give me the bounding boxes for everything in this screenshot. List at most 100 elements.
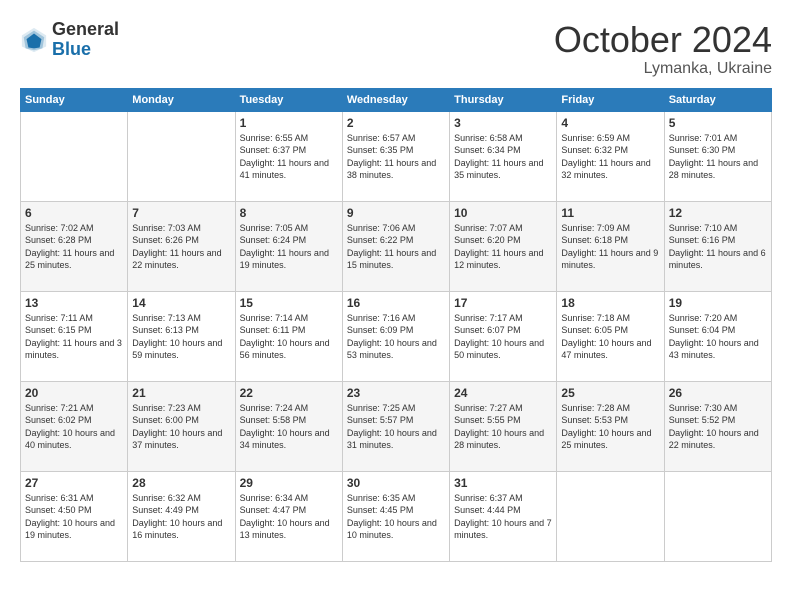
calendar-cell: 30 Sunrise: 6:35 AM Sunset: 4:45 PM Dayli… [342,471,449,561]
day-number: 4 [561,116,659,130]
day-info: Sunrise: 7:09 AM Sunset: 6:18 PM Dayligh… [561,222,659,272]
day-info: Sunrise: 7:10 AM Sunset: 6:16 PM Dayligh… [669,222,767,272]
day-info: Sunrise: 7:02 AM Sunset: 6:28 PM Dayligh… [25,222,123,272]
day-number: 1 [240,116,338,130]
calendar-cell: 8 Sunrise: 7:05 AM Sunset: 6:24 PM Daylig… [235,201,342,291]
day-info: Sunrise: 7:07 AM Sunset: 6:20 PM Dayligh… [454,222,552,272]
day-number: 3 [454,116,552,130]
logo: General Blue [20,20,119,60]
day-info: Sunrise: 7:23 AM Sunset: 6:00 PM Dayligh… [132,402,230,452]
day-info: Sunrise: 7:03 AM Sunset: 6:26 PM Dayligh… [132,222,230,272]
calendar-cell: 19 Sunrise: 7:20 AM Sunset: 6:04 PM Dayli… [664,291,771,381]
calendar-cell: 16Sunrise: 7:16 AM Sunset: 6:09 PM Dayli… [342,291,449,381]
day-info: Sunrise: 6:55 AM Sunset: 6:37 PM Dayligh… [240,132,338,182]
day-info: Sunrise: 6:35 AM Sunset: 4:45 PM Dayligh… [347,492,445,542]
day-info: Sunrise: 7:17 AM Sunset: 6:07 PM Dayligh… [454,312,552,362]
calendar-cell: 20 Sunrise: 7:21 AM Sunset: 6:02 PM Dayli… [21,381,128,471]
day-info: Sunrise: 6:37 AM Sunset: 4:44 PM Dayligh… [454,492,552,542]
column-header-thursday: Thursday [450,88,557,111]
calendar-cell: 5 Sunrise: 7:01 AM Sunset: 6:30 PM Daylig… [664,111,771,201]
calendar-cell: 14Sunrise: 7:13 AM Sunset: 6:13 PM Dayli… [128,291,235,381]
calendar-cell: 15Sunrise: 7:14 AM Sunset: 6:11 PM Dayli… [235,291,342,381]
calendar-cell: 11 Sunrise: 7:09 AM Sunset: 6:18 PM Dayli… [557,201,664,291]
week-row-1: 1 Sunrise: 6:55 AM Sunset: 6:37 PM Daylig… [21,111,772,201]
day-number: 21 [132,386,230,400]
day-info: Sunrise: 6:34 AM Sunset: 4:47 PM Dayligh… [240,492,338,542]
day-number: 7 [132,206,230,220]
day-number: 24 [454,386,552,400]
day-number: 9 [347,206,445,220]
day-info: Sunrise: 7:11 AM Sunset: 6:15 PM Dayligh… [25,312,123,362]
day-number: 22 [240,386,338,400]
day-info: Sunrise: 7:21 AM Sunset: 6:02 PM Dayligh… [25,402,123,452]
calendar-cell [557,471,664,561]
calendar-cell: 24 Sunrise: 7:27 AM Sunset: 5:55 PM Dayli… [450,381,557,471]
calendar-cell: 2Sunrise: 6:57 AM Sunset: 6:35 PM Daylig… [342,111,449,201]
day-number: 19 [669,296,767,310]
week-row-4: 20 Sunrise: 7:21 AM Sunset: 6:02 PM Dayli… [21,381,772,471]
day-number: 8 [240,206,338,220]
day-number: 26 [669,386,767,400]
title-block: October 2024 Lymanka, Ukraine [554,20,772,78]
day-number: 31 [454,476,552,490]
day-info: Sunrise: 7:01 AM Sunset: 6:30 PM Dayligh… [669,132,767,182]
day-info: Sunrise: 6:59 AM Sunset: 6:32 PM Dayligh… [561,132,659,182]
calendar-cell: 3 Sunrise: 6:58 AM Sunset: 6:34 PM Daylig… [450,111,557,201]
day-info: Sunrise: 7:27 AM Sunset: 5:55 PM Dayligh… [454,402,552,452]
day-number: 30 [347,476,445,490]
logo-general-text: General [52,20,119,40]
calendar-table: SundayMondayTuesdayWednesdayThursdayFrid… [20,88,772,562]
day-info: Sunrise: 7:05 AM Sunset: 6:24 PM Dayligh… [240,222,338,272]
day-info: Sunrise: 6:58 AM Sunset: 6:34 PM Dayligh… [454,132,552,182]
week-row-2: 6 Sunrise: 7:02 AM Sunset: 6:28 PM Daylig… [21,201,772,291]
day-number: 10 [454,206,552,220]
calendar-cell: 22 Sunrise: 7:24 AM Sunset: 5:58 PM Dayli… [235,381,342,471]
calendar-cell: 1 Sunrise: 6:55 AM Sunset: 6:37 PM Daylig… [235,111,342,201]
column-header-friday: Friday [557,88,664,111]
day-info: Sunrise: 6:57 AM Sunset: 6:35 PM Dayligh… [347,132,445,182]
column-header-tuesday: Tuesday [235,88,342,111]
calendar-cell: 26Sunrise: 7:30 AM Sunset: 5:52 PM Dayli… [664,381,771,471]
calendar-cell [664,471,771,561]
logo-blue-text: Blue [52,40,119,60]
day-number: 11 [561,206,659,220]
month-title: October 2024 [554,20,772,60]
week-row-3: 13 Sunrise: 7:11 AM Sunset: 6:15 PM Dayli… [21,291,772,381]
day-info: Sunrise: 7:25 AM Sunset: 5:57 PM Dayligh… [347,402,445,452]
calendar-cell: 12 Sunrise: 7:10 AM Sunset: 6:16 PM Dayli… [664,201,771,291]
calendar-cell: 17 Sunrise: 7:17 AM Sunset: 6:07 PM Dayli… [450,291,557,381]
calendar-cell: 29 Sunrise: 6:34 AM Sunset: 4:47 PM Dayli… [235,471,342,561]
day-info: Sunrise: 7:24 AM Sunset: 5:58 PM Dayligh… [240,402,338,452]
day-number: 17 [454,296,552,310]
day-info: Sunrise: 7:20 AM Sunset: 6:04 PM Dayligh… [669,312,767,362]
calendar-cell: 10 Sunrise: 7:07 AM Sunset: 6:20 PM Dayli… [450,201,557,291]
day-number: 5 [669,116,767,130]
calendar-cell: 25Sunrise: 7:28 AM Sunset: 5:53 PM Dayli… [557,381,664,471]
day-number: 28 [132,476,230,490]
column-header-wednesday: Wednesday [342,88,449,111]
week-row-5: 27Sunrise: 6:31 AM Sunset: 4:50 PM Dayli… [21,471,772,561]
calendar-cell: 23 Sunrise: 7:25 AM Sunset: 5:57 PM Dayli… [342,381,449,471]
day-number: 12 [669,206,767,220]
day-info: Sunrise: 7:06 AM Sunset: 6:22 PM Dayligh… [347,222,445,272]
day-info: Sunrise: 7:16 AM Sunset: 6:09 PM Dayligh… [347,312,445,362]
day-number: 20 [25,386,123,400]
column-header-monday: Monday [128,88,235,111]
logo-icon [20,26,48,54]
calendar-cell: 6 Sunrise: 7:02 AM Sunset: 6:28 PM Daylig… [21,201,128,291]
page-header: General Blue October 2024 Lymanka, Ukrai… [20,20,772,78]
calendar-cell: 31 Sunrise: 6:37 AM Sunset: 4:44 PM Dayli… [450,471,557,561]
calendar-cell: 4 Sunrise: 6:59 AM Sunset: 6:32 PM Daylig… [557,111,664,201]
day-number: 15 [240,296,338,310]
day-number: 23 [347,386,445,400]
calendar-cell [21,111,128,201]
calendar-cell: 13 Sunrise: 7:11 AM Sunset: 6:15 PM Dayli… [21,291,128,381]
day-number: 29 [240,476,338,490]
column-header-saturday: Saturday [664,88,771,111]
calendar-cell: 9 Sunrise: 7:06 AM Sunset: 6:22 PM Daylig… [342,201,449,291]
day-info: Sunrise: 6:31 AM Sunset: 4:50 PM Dayligh… [25,492,123,542]
day-number: 14 [132,296,230,310]
header-row: SundayMondayTuesdayWednesdayThursdayFrid… [21,88,772,111]
day-number: 6 [25,206,123,220]
day-number: 13 [25,296,123,310]
